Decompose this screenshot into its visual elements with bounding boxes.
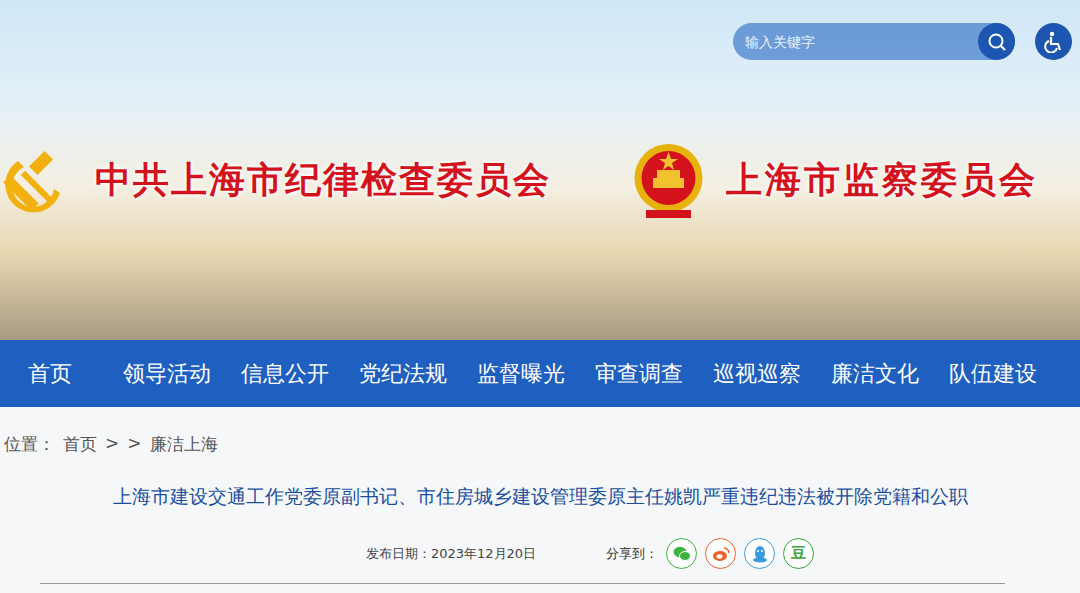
share-douban-button[interactable]: 豆 — [783, 538, 814, 569]
nav-item[interactable]: 监督曝光 — [477, 359, 567, 389]
commission-title: 上海市监察委员会 — [726, 156, 1038, 205]
accessibility-button[interactable] — [1035, 23, 1072, 60]
share-qq-button[interactable] — [744, 538, 775, 569]
publish-date: 发布日期：2023年12月20日 — [366, 545, 536, 563]
page: 中共上海市纪律检查委员会上海市监察委员会首页领导活动信息公开党纪法规监督曝光审查… — [0, 0, 1080, 593]
party-emblem-icon — [0, 143, 75, 218]
nav-item[interactable]: 廉洁文化 — [831, 359, 921, 389]
wechat-icon — [673, 546, 691, 562]
nav-item[interactable]: 首页 — [28, 359, 95, 389]
content: 位置： 首页 > > 廉洁上海上海市建设交通工作党委原副书记、市住房城乡建设管理委原主任… — [0, 407, 1080, 593]
wheelchair-icon — [1043, 31, 1065, 53]
breadcrumb: 位置： 首页 > > 廉洁上海 — [0, 407, 1080, 456]
top-tools — [0, 23, 1072, 60]
header-banner: 中共上海市纪律检查委员会 上海市监察委员会 — [0, 0, 1080, 340]
search-icon — [987, 32, 1007, 52]
share-label: 分享到： — [606, 545, 658, 563]
share-weibo-button[interactable] — [705, 538, 736, 569]
nav-item[interactable]: 领导活动 — [123, 359, 213, 389]
search-box — [733, 23, 1015, 60]
share-wechat-button[interactable] — [666, 538, 697, 569]
logo-row: 中共上海市纪律检查委员会 上海市监察委员会 — [0, 140, 1072, 220]
breadcrumb-item[interactable]: 首页 — [63, 433, 97, 456]
share-bar: 分享到： 豆 — [606, 538, 814, 569]
qq-icon — [752, 545, 768, 563]
breadcrumb-item[interactable]: 廉洁上海 — [150, 433, 218, 456]
nav-item[interactable]: 队伍建设 — [949, 359, 1039, 389]
divider — [40, 583, 1005, 584]
org-title: 中共上海市纪律检查委员会 — [95, 156, 551, 205]
article-title: 上海市建设交通工作党委原副书记、市住房城乡建设管理委原主任姚凯严重违纪违法被开除… — [113, 484, 968, 510]
commission-logo: 上海市监察委员会 — [631, 140, 1038, 220]
breadcrumb-item[interactable]: > — [105, 433, 119, 456]
search-button[interactable] — [978, 23, 1015, 60]
nav-item[interactable]: 信息公开 — [241, 359, 331, 389]
breadcrumb-item[interactable]: > — [127, 433, 141, 456]
nav-item[interactable]: 审查调查 — [595, 359, 685, 389]
main-nav: 首页领导活动信息公开党纪法规监督曝光审查调查巡视巡察廉洁文化队伍建设 — [0, 340, 1080, 407]
nav-item[interactable]: 党纪法规 — [359, 359, 449, 389]
search-input[interactable] — [743, 33, 978, 51]
national-emblem-icon — [631, 140, 706, 220]
breadcrumb-label: 位置： — [4, 433, 55, 456]
article-meta: 发布日期：2023年12月20日 分享到： 豆 — [366, 538, 814, 569]
nav-item[interactable]: 巡视巡察 — [713, 359, 803, 389]
party-logo: 中共上海市纪律检查委员会 — [0, 143, 551, 218]
weibo-icon — [712, 546, 730, 562]
